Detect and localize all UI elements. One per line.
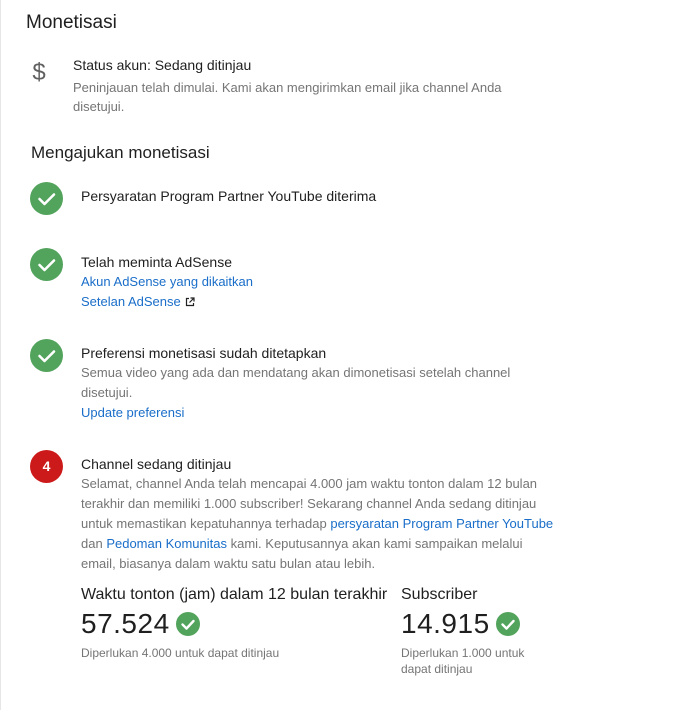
step-headline: Telah meminta AdSense xyxy=(81,254,232,270)
subscriber-stat: Subscriber 14.915 Diperlukan 1.000 untuk… xyxy=(401,586,551,677)
step-headline: Channel sedang ditinjau xyxy=(81,456,232,472)
check-icon xyxy=(495,612,520,636)
stat-note: Diperlukan 4.000 untuk dapat ditinjau xyxy=(81,646,280,660)
status-description: Peninjauan telah dimulai. Kami akan meng… xyxy=(73,80,502,114)
stat-label: Subscriber xyxy=(401,586,478,603)
step-text: Semua video yang ada dan mendatang akan … xyxy=(81,365,511,400)
check-icon xyxy=(175,612,200,636)
step-headline: Persyaratan Program Partner YouTube dite… xyxy=(81,188,377,204)
update-preferences-link[interactable]: Update preferensi xyxy=(81,403,561,423)
external-link-icon xyxy=(185,293,195,313)
stat-value: 57.524 xyxy=(81,608,170,639)
left-border xyxy=(0,0,1,710)
check-icon xyxy=(30,248,63,281)
apply-section-title: Mengajukan monetisasi xyxy=(31,143,210,162)
check-icon xyxy=(30,182,63,215)
community-guidelines-link[interactable]: Pedoman Komunitas xyxy=(106,536,227,551)
stat-label: Waktu tonton (jam) dalam 12 bulan terakh… xyxy=(81,586,388,603)
adsense-settings-label: Setelan AdSense xyxy=(81,294,181,309)
adsense-settings-link[interactable]: Setelan AdSense xyxy=(81,292,561,313)
watch-hours-stat: Waktu tonton (jam) dalam 12 bulan terakh… xyxy=(81,586,391,661)
ypp-requirements-link[interactable]: persyaratan Program Partner YouTube xyxy=(330,516,553,531)
check-icon xyxy=(30,339,63,372)
stat-value: 14.915 xyxy=(401,608,490,639)
step-headline: Preferensi monetisasi sudah ditetapkan xyxy=(81,345,327,361)
stat-note: Diperlukan 1.000 untuk dapat ditinjau xyxy=(401,646,525,676)
page-title: Monetisasi xyxy=(26,12,117,33)
status-title: Status akun: Sedang ditinjau xyxy=(73,57,252,73)
step-number-badge: 4 xyxy=(30,450,63,483)
linked-adsense-account-link[interactable]: Akun AdSense yang dikaitkan xyxy=(81,272,561,292)
dollar-icon: $ xyxy=(32,59,46,86)
step-text: Selamat, channel Anda telah mencapai 4.0… xyxy=(81,474,556,574)
review-text-part-2: dan xyxy=(81,536,107,551)
